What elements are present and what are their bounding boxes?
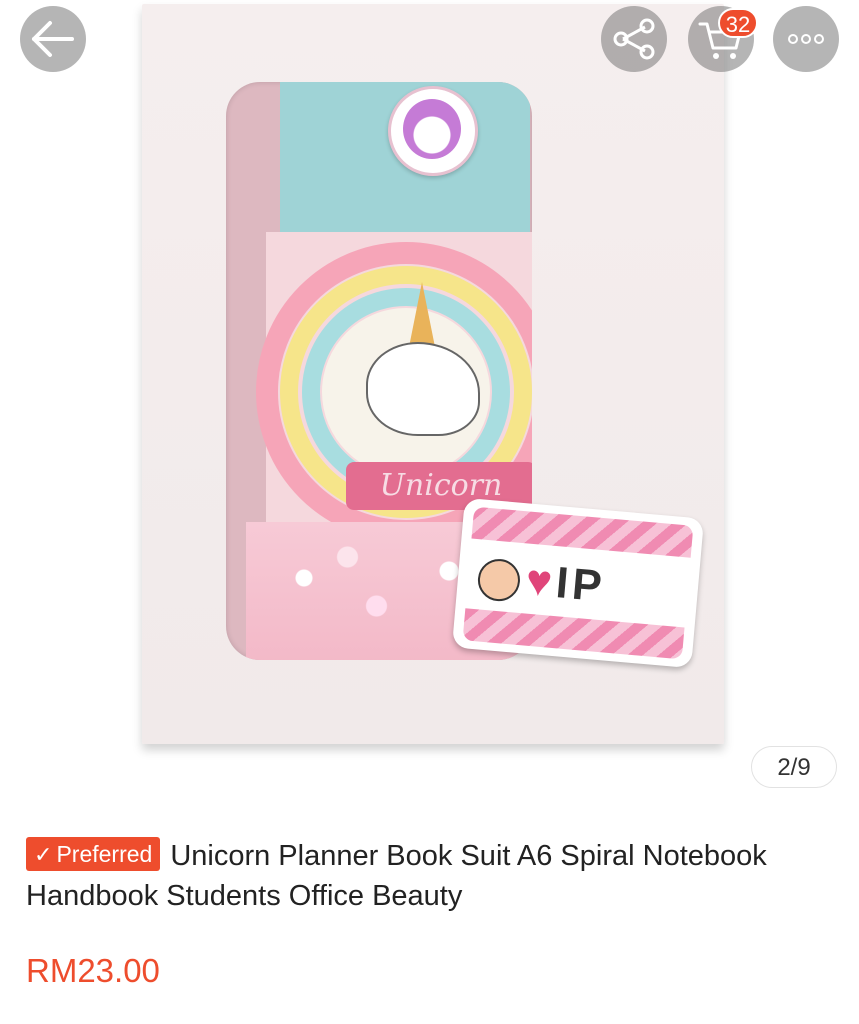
product-image-gallery[interactable]: Unicorn ♥IP (0, 0, 859, 800)
planner-page-cover: Unicorn (256, 232, 532, 542)
preferred-badge: ✓ Preferred (26, 837, 161, 871)
unicorn-badge (388, 86, 478, 176)
product-title-block: ✓ Preferred Unicorn Planner Book Suit A6 S… (26, 836, 836, 916)
arrow-left-icon (32, 21, 74, 57)
preferred-label: Preferred (56, 841, 153, 867)
more-button[interactable] (773, 6, 839, 72)
image-page-indicator: 2/9 (751, 746, 837, 788)
share-icon (613, 18, 655, 60)
share-button[interactable] (601, 6, 667, 72)
back-button[interactable] (20, 6, 86, 72)
vip-sticker: ♥IP (451, 497, 705, 669)
cart-count-badge: 32 (718, 8, 758, 38)
more-dots-icon (788, 34, 824, 44)
product-price: RM23.00 (26, 952, 160, 989)
checkmark-icon: ✓ (34, 842, 53, 867)
